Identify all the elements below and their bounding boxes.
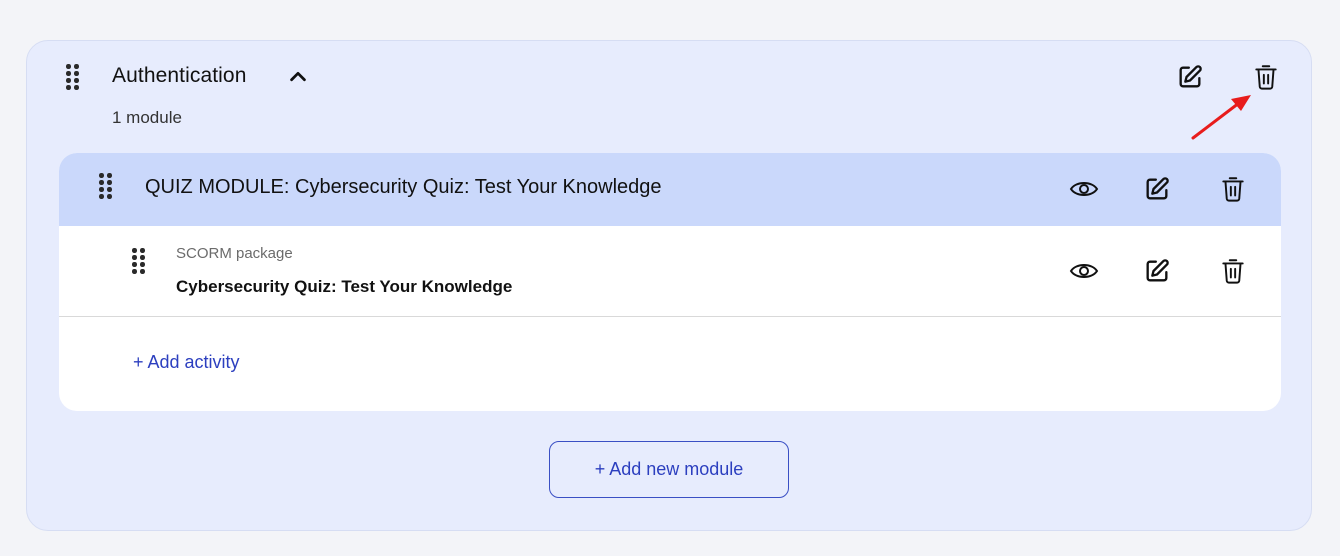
divider — [59, 316, 1281, 317]
section-title: Authentication — [112, 64, 247, 87]
section-edit-icon[interactable] — [1175, 62, 1205, 92]
add-new-module-button[interactable]: + Add new module — [549, 441, 789, 498]
activity-trash-icon[interactable] — [1218, 256, 1248, 286]
activity-name: Cybersecurity Quiz: Test Your Knowledge — [176, 277, 513, 296]
activity-drag-handle-icon[interactable] — [132, 248, 145, 274]
module-edit-icon[interactable] — [1142, 174, 1172, 204]
module-drag-handle-icon[interactable] — [99, 173, 112, 199]
annotation-arrow-icon — [1191, 95, 1251, 140]
activity-eye-icon[interactable] — [1069, 256, 1099, 286]
section-trash-icon[interactable] — [1251, 62, 1281, 92]
activity-row[interactable]: SCORM package Cybersecurity Quiz: Test Y… — [59, 226, 1281, 316]
module-header: QUIZ MODULE: Cybersecurity Quiz: Test Yo… — [59, 153, 1281, 226]
section-module-count: 1 module — [112, 108, 182, 127]
activity-type: SCORM package — [176, 245, 293, 262]
section-card: Authentication 1 module QUIZ MODULE: Cyb… — [26, 40, 1312, 531]
chevron-up-icon[interactable] — [283, 62, 313, 92]
module-trash-icon[interactable] — [1218, 174, 1248, 204]
activity-edit-icon[interactable] — [1142, 256, 1172, 286]
section-drag-handle-icon[interactable] — [66, 64, 79, 90]
module-card: QUIZ MODULE: Cybersecurity Quiz: Test Yo… — [59, 153, 1281, 411]
module-eye-icon[interactable] — [1069, 174, 1099, 204]
module-title: QUIZ MODULE: Cybersecurity Quiz: Test Yo… — [145, 176, 662, 198]
add-activity-link[interactable]: + Add activity — [133, 352, 240, 373]
